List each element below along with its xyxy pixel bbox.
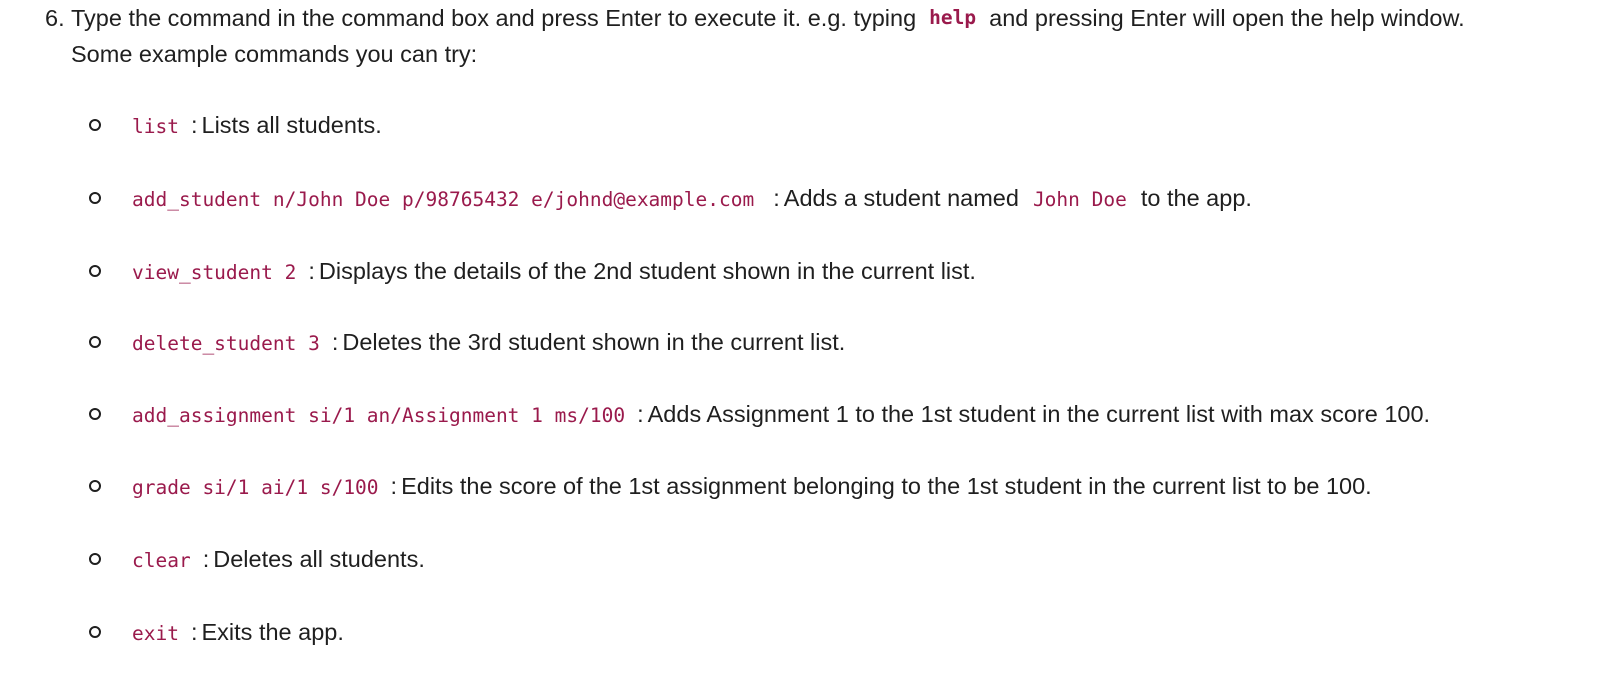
- documentation-page: 6. Type the command in the command box a…: [0, 0, 1615, 695]
- separator: :: [331, 328, 339, 355]
- hollow-bullet-icon: [89, 336, 101, 348]
- hollow-bullet-icon: [89, 119, 101, 131]
- step-text-after: and pressing Enter will open the help wi…: [989, 4, 1465, 31]
- inline-code-name: John Doe: [1032, 187, 1127, 211]
- hollow-bullet-icon: [89, 265, 101, 277]
- hollow-bullet-icon: [89, 480, 101, 492]
- separator: :: [190, 618, 198, 645]
- hollow-bullet-icon: [89, 553, 101, 565]
- command-code: add_student n/John Doe p/98765432 e/john…: [132, 187, 755, 211]
- step-intro-second-line: Some example commands you can try:: [45, 36, 477, 72]
- list-item: list : Lists all students.: [0, 105, 1615, 145]
- separator: :: [202, 545, 210, 572]
- command-description: Deletes the 3rd student shown in the cur…: [342, 328, 846, 355]
- list-item: delete_student 3 : Deletes the 3rd stude…: [0, 322, 1615, 362]
- list-item: add_assignment si/1 an/Assignment 1 ms/1…: [0, 394, 1615, 434]
- step-intro-line: 6. Type the command in the command box a…: [45, 0, 1465, 36]
- command-code: list: [132, 114, 179, 138]
- command-code: delete_student 3: [132, 331, 320, 355]
- step-text-line2: Some example commands you can try:: [71, 40, 478, 67]
- hollow-bullet-icon: [89, 626, 101, 638]
- separator: :: [773, 184, 780, 211]
- command-code: add_assignment si/1 an/Assignment 1 ms/1…: [132, 403, 626, 427]
- separator: :: [390, 472, 398, 499]
- command-description: Lists all students.: [201, 111, 382, 138]
- list-item: grade si/1 ai/1 s/100 : Edits the score …: [0, 466, 1615, 506]
- separator: :: [637, 400, 644, 427]
- list-item: exit : Exits the app.: [0, 612, 1615, 652]
- separator: :: [308, 257, 315, 284]
- command-description: Deletes all students.: [213, 545, 425, 572]
- inline-code-help: help: [929, 5, 977, 29]
- command-code: view_student 2: [132, 260, 297, 284]
- hollow-bullet-icon: [89, 192, 101, 204]
- list-item: clear : Deletes all students.: [0, 539, 1615, 579]
- command-code: clear: [132, 548, 191, 572]
- command-description-after: to the app.: [1140, 184, 1252, 211]
- command-description-before: Adds a student named: [783, 184, 1019, 211]
- separator: :: [190, 111, 198, 138]
- command-code: grade si/1 ai/1 s/100: [132, 475, 379, 499]
- command-description: Exits the app.: [201, 618, 344, 645]
- list-item: add_student n/John Doe p/98765432 e/john…: [0, 178, 1615, 218]
- command-description: Displays the details of the 2nd student …: [318, 257, 976, 284]
- command-description: Edits the score of the 1st assignment be…: [401, 472, 1372, 499]
- command-description: Adds Assignment 1 to the 1st student in …: [647, 400, 1431, 427]
- list-item: view_student 2 : Displays the details of…: [0, 251, 1615, 291]
- hollow-bullet-icon: [89, 408, 101, 420]
- command-code: exit: [132, 621, 179, 645]
- step-text-before: Type the command in the command box and …: [71, 4, 917, 31]
- step-number: 6.: [45, 4, 65, 31]
